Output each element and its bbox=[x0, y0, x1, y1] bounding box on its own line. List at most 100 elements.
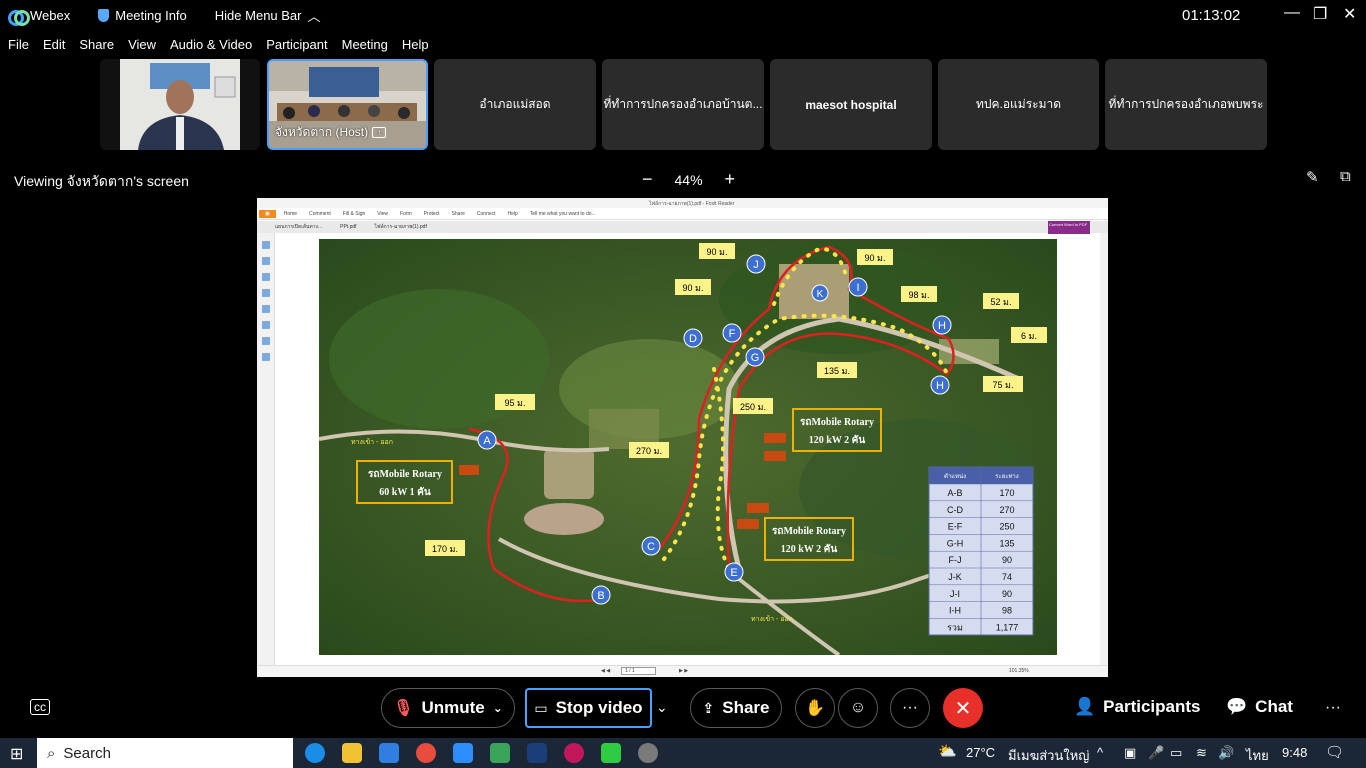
video-options-chevron-icon[interactable]: ⌄ bbox=[656, 699, 668, 716]
minimize-icon[interactable]: — bbox=[1284, 4, 1300, 22]
webex-taskbar-icon[interactable] bbox=[527, 743, 547, 763]
share-button[interactable]: ⇪ Share bbox=[690, 688, 782, 728]
page-nav-next[interactable]: ▶ ▶ bbox=[679, 668, 688, 674]
reader-scrollbar[interactable] bbox=[1100, 233, 1108, 665]
notifications-icon[interactable]: 🗨 bbox=[1325, 743, 1344, 761]
wifi-icon[interactable]: ≋ bbox=[1196, 745, 1207, 761]
ribbon-help[interactable]: Help bbox=[508, 211, 518, 217]
stop-video-button[interactable]: ▭ Stop video bbox=[525, 688, 652, 728]
svg-text:รถMobile Rotary: รถMobile Rotary bbox=[368, 469, 442, 480]
unmute-button[interactable]: 🎙 Unmute ⌄ bbox=[381, 688, 515, 728]
participant-tile-4[interactable]: ที่ทำการปกครองอำเภอบ้านต... bbox=[602, 59, 764, 150]
participant-tile-5[interactable]: maesot hospital bbox=[770, 59, 932, 150]
layers-icon[interactable] bbox=[261, 273, 270, 281]
meet-icon[interactable]: ▣ bbox=[1124, 745, 1136, 761]
reactions-button[interactable]: ☺ bbox=[838, 688, 878, 728]
raise-hand-button[interactable]: ✋ bbox=[795, 688, 835, 728]
page-number[interactable]: 1 / 1 bbox=[621, 667, 656, 675]
leave-meeting-button[interactable]: ✕ bbox=[943, 688, 983, 728]
ribbon-form[interactable]: Form bbox=[400, 211, 412, 217]
zoom-out-button[interactable]: − bbox=[642, 169, 653, 190]
doc-tab[interactable]: PPt.pdf bbox=[340, 224, 356, 230]
taskbar-search[interactable]: ⌕ Search bbox=[37, 738, 293, 768]
menu-share[interactable]: Share bbox=[79, 37, 114, 52]
menu-audio-video[interactable]: Audio & Video bbox=[170, 37, 252, 52]
chrome-icon[interactable] bbox=[416, 743, 436, 763]
bookmark-icon[interactable] bbox=[261, 241, 270, 249]
menu-meeting[interactable]: Meeting bbox=[342, 37, 388, 52]
menu-file[interactable]: File bbox=[8, 37, 29, 52]
svg-text:A: A bbox=[483, 435, 491, 447]
windows-start-icon[interactable]: ⊞ bbox=[10, 744, 23, 764]
participant-tile-host[interactable]: จังหวัดตาก (Host) ↑ bbox=[267, 59, 428, 150]
more-options-button[interactable]: ··· bbox=[890, 688, 930, 728]
annotate-icon[interactable]: ✎ bbox=[1306, 168, 1319, 186]
participant-tile-7[interactable]: ที่ทำการปกครองอำเภอพบพระ bbox=[1105, 59, 1267, 150]
menu-participant[interactable]: Participant bbox=[266, 37, 327, 52]
settings-icon[interactable] bbox=[638, 743, 658, 763]
ribbon-protect[interactable]: Protect bbox=[424, 211, 440, 217]
ribbon-tell-me[interactable]: Tell me what you want to do... bbox=[530, 211, 596, 217]
participant-tile-6[interactable]: ทปค.อแม่ระมาด bbox=[938, 59, 1099, 150]
reader-file-tab[interactable]: ▣ bbox=[259, 209, 276, 218]
marker-d: D bbox=[683, 328, 703, 348]
ribbon-share[interactable]: Share bbox=[452, 211, 465, 217]
chat-bubble-icon: 💬 bbox=[1226, 697, 1248, 716]
edge-icon[interactable] bbox=[305, 743, 325, 763]
itunes-icon[interactable] bbox=[564, 743, 584, 763]
zoom-in-button[interactable]: + bbox=[725, 169, 736, 190]
ribbon-fill-sign[interactable]: Fill & Sign bbox=[343, 211, 366, 217]
webex-app[interactable]: Webex bbox=[8, 8, 70, 26]
comments-icon[interactable] bbox=[261, 289, 270, 297]
attachment-icon[interactable] bbox=[261, 305, 270, 313]
zoom-icon[interactable] bbox=[453, 743, 473, 763]
participants-button[interactable]: 👤 Participants bbox=[1074, 697, 1200, 717]
menu-view[interactable]: View bbox=[128, 37, 156, 52]
tools-icon[interactable] bbox=[261, 353, 270, 361]
convert-word-pdf-button[interactable]: Convert Word to PDF bbox=[1048, 221, 1090, 234]
shared-screen[interactable]: ไฟล์การ-ฉายภาพ(1).pdf - Foxit Reader ▣ H… bbox=[257, 198, 1108, 677]
ribbon-comment[interactable]: Comment bbox=[309, 211, 331, 217]
volume-icon[interactable]: 🔊 bbox=[1218, 745, 1234, 761]
svg-text:75 ม.: 75 ม. bbox=[993, 380, 1014, 390]
table-cell-segment: G-H bbox=[947, 538, 964, 548]
panel-options-icon[interactable]: ··· bbox=[1325, 699, 1341, 717]
table-cell-distance: 98 bbox=[1002, 606, 1012, 616]
captions-icon[interactable]: cc bbox=[30, 699, 50, 715]
participant-tile-video[interactable] bbox=[100, 59, 260, 150]
hide-menu-bar-button[interactable]: Hide Menu Bar ︿ bbox=[215, 6, 321, 25]
app-icon[interactable] bbox=[490, 743, 510, 763]
menu-edit[interactable]: Edit bbox=[43, 37, 65, 52]
participant-video-feed bbox=[120, 59, 240, 150]
hide-menu-label: Hide Menu Bar bbox=[214, 7, 302, 23]
ribbon-home[interactable]: Home bbox=[284, 211, 297, 217]
line-icon[interactable] bbox=[601, 743, 621, 763]
doc-tab[interactable]: แผนการเปิดเส้นทาง... bbox=[275, 223, 322, 231]
tray-chevron-icon[interactable]: ^ bbox=[1097, 745, 1103, 760]
doc-tab-active[interactable]: ไฟล์การ-ฉายภาพ(1).pdf bbox=[375, 223, 427, 231]
security-icon[interactable] bbox=[261, 321, 270, 329]
taskbar-clock[interactable]: 9:48 bbox=[1282, 745, 1307, 760]
close-icon[interactable]: ✕ bbox=[1343, 4, 1356, 24]
page-nav-prev[interactable]: ◀ ◀ bbox=[601, 668, 610, 674]
mail-icon[interactable] bbox=[379, 743, 399, 763]
input-language[interactable]: ไทย bbox=[1246, 745, 1269, 766]
popout-screen-icon[interactable]: ⧉ bbox=[1340, 168, 1351, 185]
menu-help[interactable]: Help bbox=[402, 37, 429, 52]
pages-icon[interactable] bbox=[261, 257, 270, 265]
microphone-icon[interactable]: 🎤 bbox=[1148, 745, 1164, 761]
ribbon-connect[interactable]: Connect bbox=[477, 211, 496, 217]
svg-text:E: E bbox=[730, 567, 737, 579]
lock-icon[interactable] bbox=[261, 337, 270, 345]
restore-icon[interactable]: ❐ bbox=[1313, 4, 1327, 24]
ribbon-view[interactable]: View bbox=[377, 211, 388, 217]
battery-icon[interactable]: ▭ bbox=[1170, 745, 1182, 761]
chevron-down-icon[interactable]: ⌄ bbox=[493, 701, 503, 715]
weather-icon[interactable]: ⛅ bbox=[938, 742, 957, 760]
chat-button[interactable]: 💬 Chat bbox=[1226, 697, 1293, 717]
meeting-info-button[interactable]: Meeting Info bbox=[98, 8, 187, 23]
participant-name: maesot hospital bbox=[805, 97, 897, 112]
file-explorer-icon[interactable] bbox=[342, 743, 362, 763]
svg-text:F: F bbox=[729, 328, 736, 340]
participant-tile-3[interactable]: อำเภอแม่สอด bbox=[434, 59, 596, 150]
